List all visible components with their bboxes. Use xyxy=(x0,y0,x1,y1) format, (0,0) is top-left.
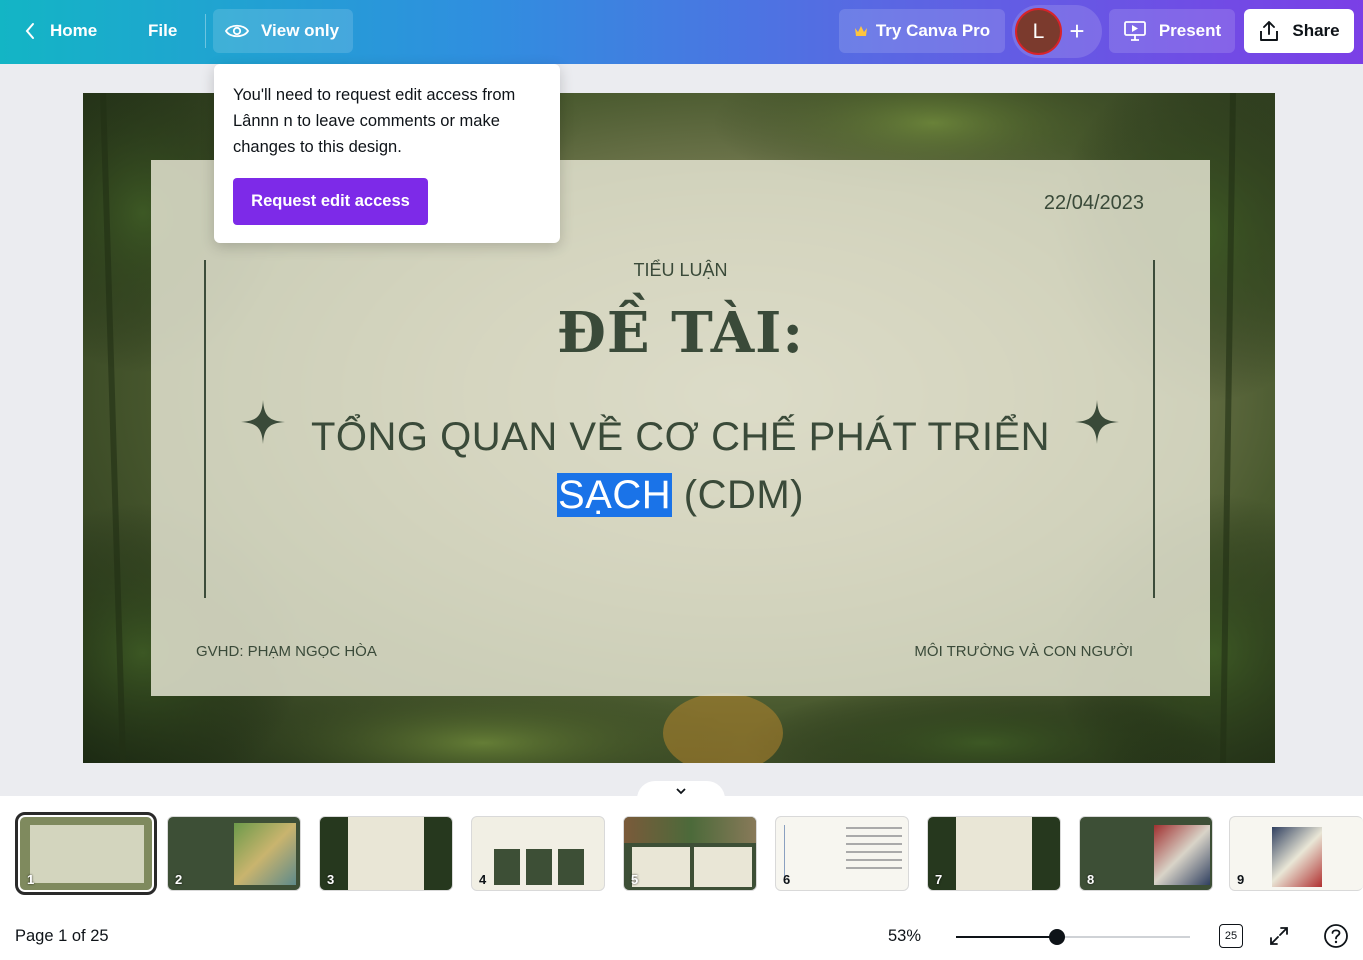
present-button[interactable]: Present xyxy=(1109,9,1235,53)
help-icon xyxy=(1324,924,1348,948)
bottom-bar: Page 1 of 25 53% 25 xyxy=(0,904,1363,960)
home-button[interactable]: Home xyxy=(12,9,109,53)
page-thumbnail-4[interactable]: 4 xyxy=(471,816,605,891)
view-only-button[interactable]: View only xyxy=(213,9,353,53)
page-number: 9 xyxy=(1237,872,1245,887)
edit-access-message: You'll need to request edit access from … xyxy=(233,86,516,156)
slide-footer-right: MÔI TRƯỜNG VÀ CON NGƯỜI xyxy=(914,643,1133,660)
page-thumbnail-1[interactable]: 1 xyxy=(15,812,157,895)
request-edit-access-button[interactable]: Request edit access xyxy=(233,178,428,225)
slide-footer-left: GVHD: PHẠM NGỌC HÒA xyxy=(196,643,377,660)
chevron-left-icon xyxy=(25,23,34,39)
selected-text: SẠCH xyxy=(557,473,673,517)
file-menu-button[interactable]: File xyxy=(134,9,191,53)
page-thumbnail-3[interactable]: 3 xyxy=(319,816,453,891)
toolbar-divider xyxy=(205,14,206,48)
avatar[interactable]: L xyxy=(1015,8,1062,55)
page-number: 5 xyxy=(631,872,639,887)
fullscreen-icon xyxy=(1270,927,1288,945)
slide-date: 22/04/2023 xyxy=(1043,192,1144,214)
help-button[interactable] xyxy=(1321,921,1351,951)
page-thumbnail-6[interactable]: 6 xyxy=(775,816,909,891)
slide-title: ĐỀ TÀI: xyxy=(556,300,805,366)
zoom-value[interactable]: 53% xyxy=(888,927,921,946)
add-collaborator-plus-icon[interactable]: + xyxy=(1066,15,1088,47)
share-icon xyxy=(1260,21,1279,41)
page-count-icon: 25 xyxy=(1219,924,1243,948)
page-thumbnail-7[interactable]: 7 xyxy=(927,816,1061,891)
slide-subtitle: TỔNG QUAN VỀ CƠ CHẾ PHÁT TRIỂN SẠCH (CDM… xyxy=(151,408,1210,524)
page-number: 4 xyxy=(479,872,487,887)
share-button[interactable]: Share xyxy=(1244,9,1354,53)
present-label: Present xyxy=(1158,21,1222,40)
page-thumbnail-9[interactable]: 9 xyxy=(1229,816,1363,891)
page-number: 7 xyxy=(935,872,943,887)
fullscreen-button[interactable] xyxy=(1264,921,1294,951)
home-label: Home xyxy=(50,21,98,40)
subtitle-line-1: TỔNG QUAN VỀ CƠ CHẾ PHÁT TRIỂN xyxy=(310,415,1051,459)
page-number: 8 xyxy=(1087,872,1095,887)
page-thumbnail-5[interactable]: 5 xyxy=(623,816,757,891)
zoom-slider-track[interactable] xyxy=(956,936,1190,938)
try-canva-pro-button[interactable]: Try Canva Pro xyxy=(839,9,1005,53)
crown-icon xyxy=(854,26,867,36)
eye-icon xyxy=(225,24,249,38)
page-thumbnail-2[interactable]: 2 xyxy=(167,816,301,891)
grid-view-button[interactable]: 25 xyxy=(1216,921,1246,951)
page-number: 6 xyxy=(783,872,791,887)
page-thumbnail-8[interactable]: 8 xyxy=(1079,816,1213,891)
slide-kicker: TIỂU LUẬN xyxy=(633,260,728,280)
page-number: 1 xyxy=(27,872,35,887)
collapse-pages-button[interactable] xyxy=(637,781,725,801)
avatar-initial: L xyxy=(1032,19,1045,43)
try-canva-pro-label: Try Canva Pro xyxy=(875,21,991,40)
share-label: Share xyxy=(1292,21,1340,40)
zoom-slider-handle[interactable] xyxy=(1048,929,1065,945)
view-only-label: View only xyxy=(261,21,340,40)
top-toolbar: Home File View only Try Canva Pro L + Pr… xyxy=(0,0,1363,64)
chevron-down-icon xyxy=(676,788,686,795)
zoom-slider-fill xyxy=(956,936,1057,938)
page-indicator: Page 1 of 25 xyxy=(15,927,109,945)
file-label: File xyxy=(148,21,178,40)
page-number: 2 xyxy=(175,872,183,887)
subtitle-rest: (CDM) xyxy=(672,473,804,517)
present-icon xyxy=(1123,21,1146,41)
subtitle-line-2: SẠCH (CDM) xyxy=(151,466,1210,524)
edit-access-popover: You'll need to request edit access from … xyxy=(214,64,560,243)
page-number: 3 xyxy=(327,872,335,887)
